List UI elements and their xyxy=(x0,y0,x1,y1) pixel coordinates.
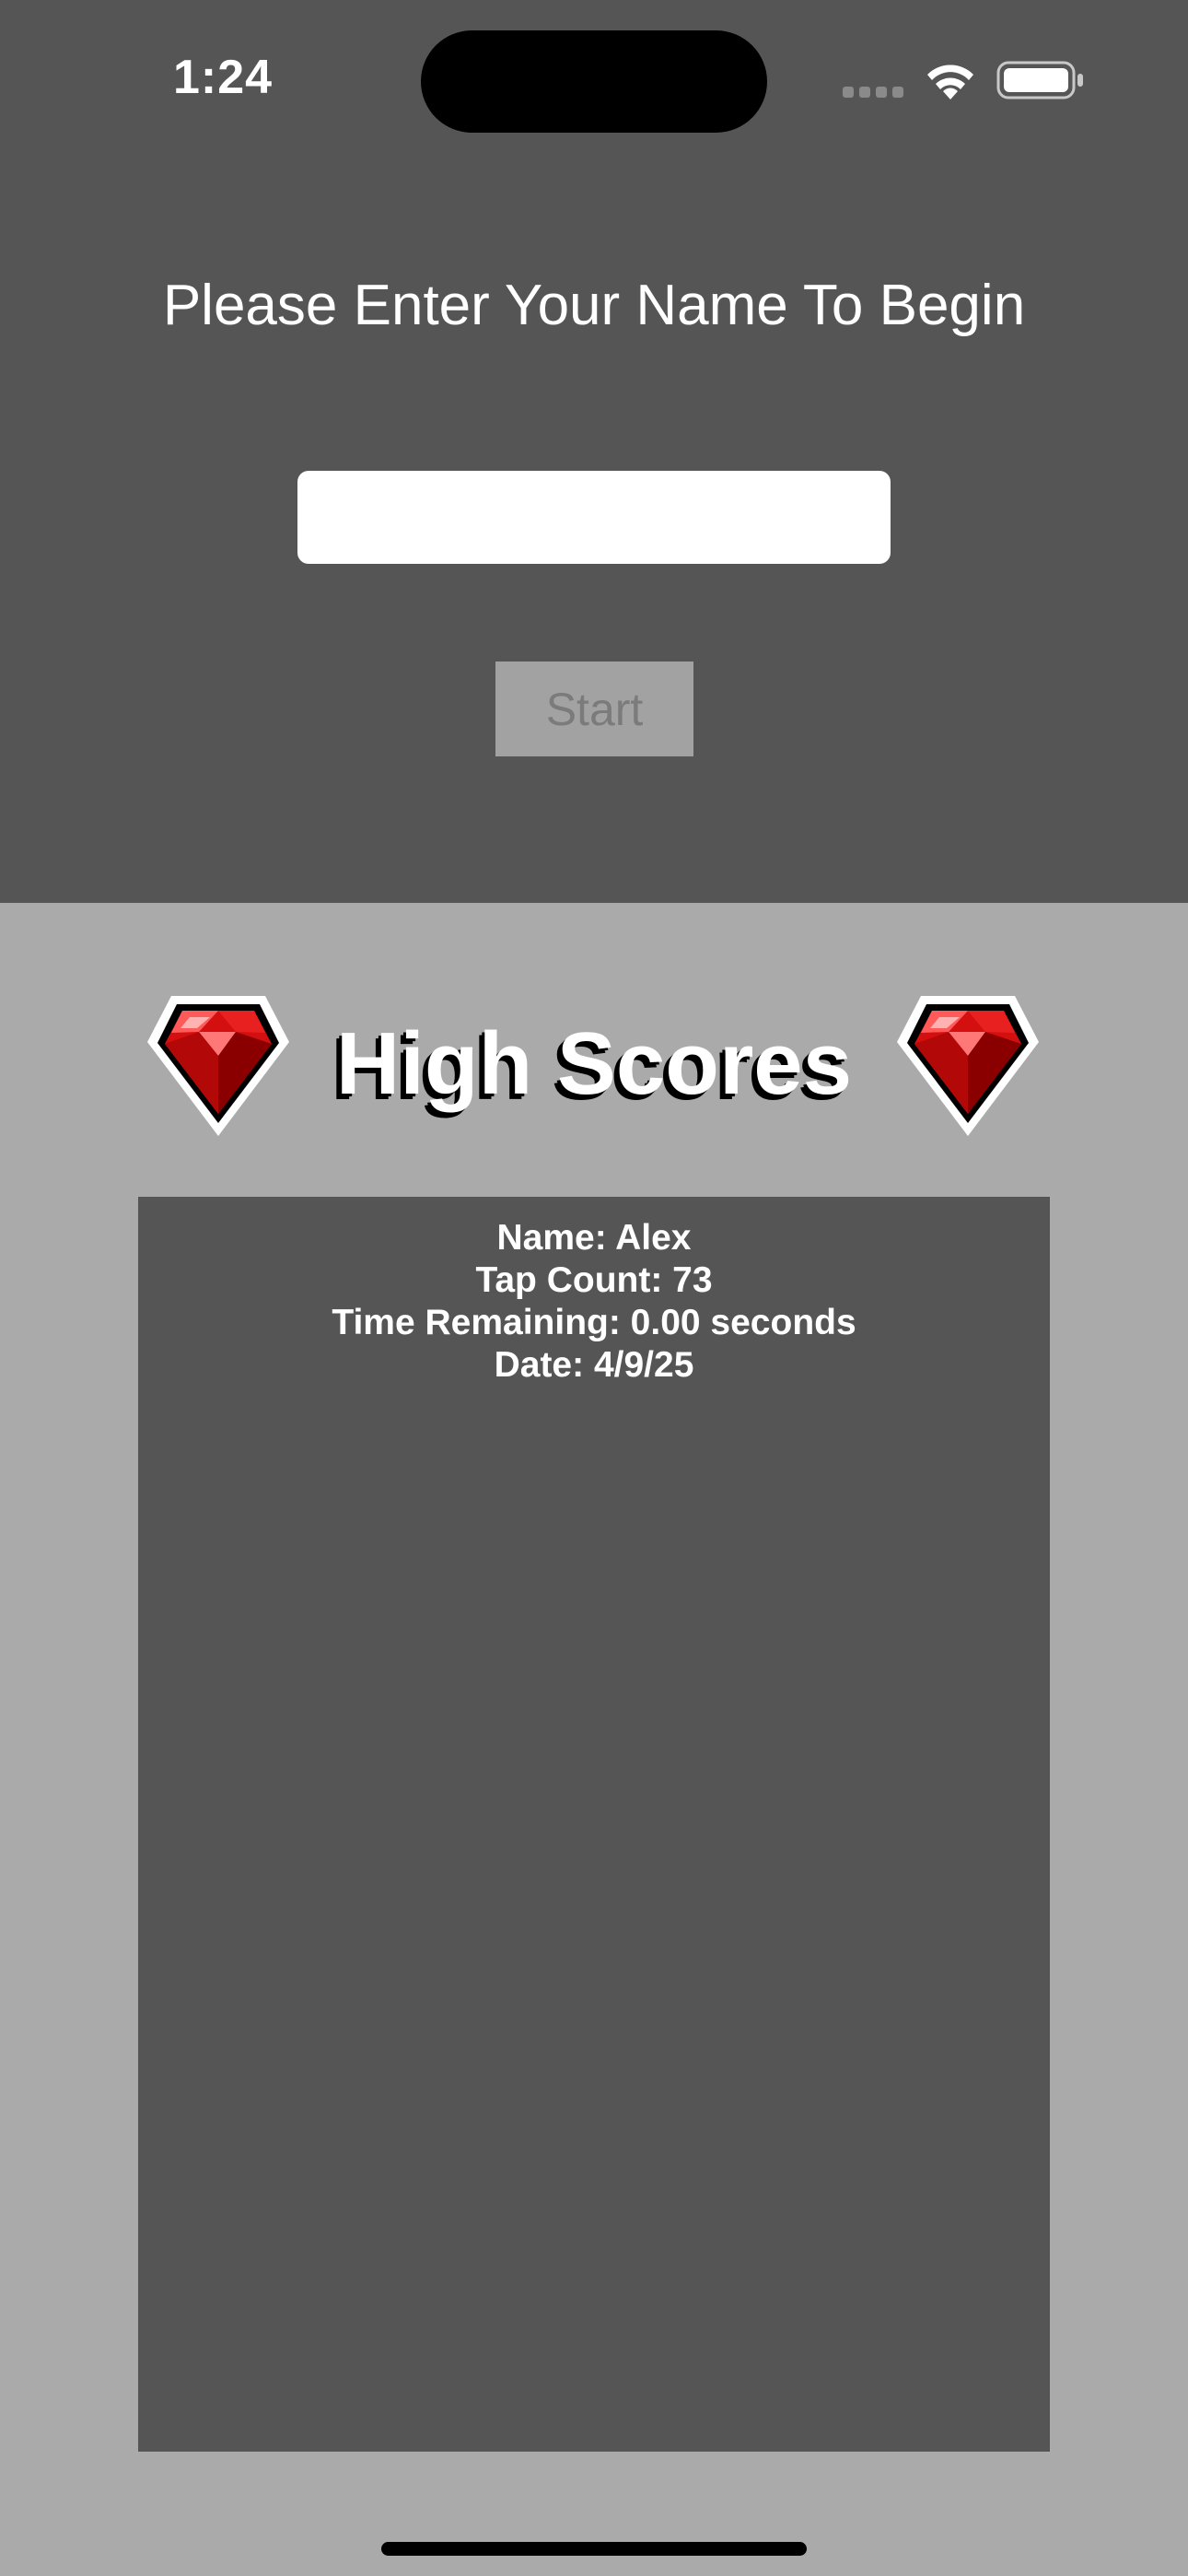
status-time: 1:24 xyxy=(173,51,274,104)
high-scores-list[interactable]: Name: Alex Tap Count: 73 Time Remaining:… xyxy=(138,1197,1050,2452)
score-name: Name: Alex xyxy=(496,1218,692,1258)
home-indicator[interactable] xyxy=(381,2542,807,2556)
name-entry-section: 1:24 Please Enter Your Name To Begin Sta… xyxy=(0,0,1188,903)
score-date: Date: 4/9/25 xyxy=(494,1345,694,1385)
high-scores-title: High Scores xyxy=(335,1014,853,1113)
score-tap-count: Tap Count: 73 xyxy=(475,1260,713,1300)
name-input[interactable] xyxy=(297,471,891,564)
cellular-signal-icon xyxy=(843,87,905,98)
battery-icon xyxy=(996,61,1083,100)
score-entry: Name: Alex Tap Count: 73 Time Remaining:… xyxy=(138,1197,1050,1387)
score-time-remaining: Time Remaining: 0.00 seconds xyxy=(332,1303,856,1342)
wifi-icon xyxy=(927,64,973,100)
dynamic-island xyxy=(421,30,767,133)
name-prompt: Please Enter Your Name To Begin xyxy=(162,274,1026,337)
start-button[interactable]: Start xyxy=(495,662,693,756)
